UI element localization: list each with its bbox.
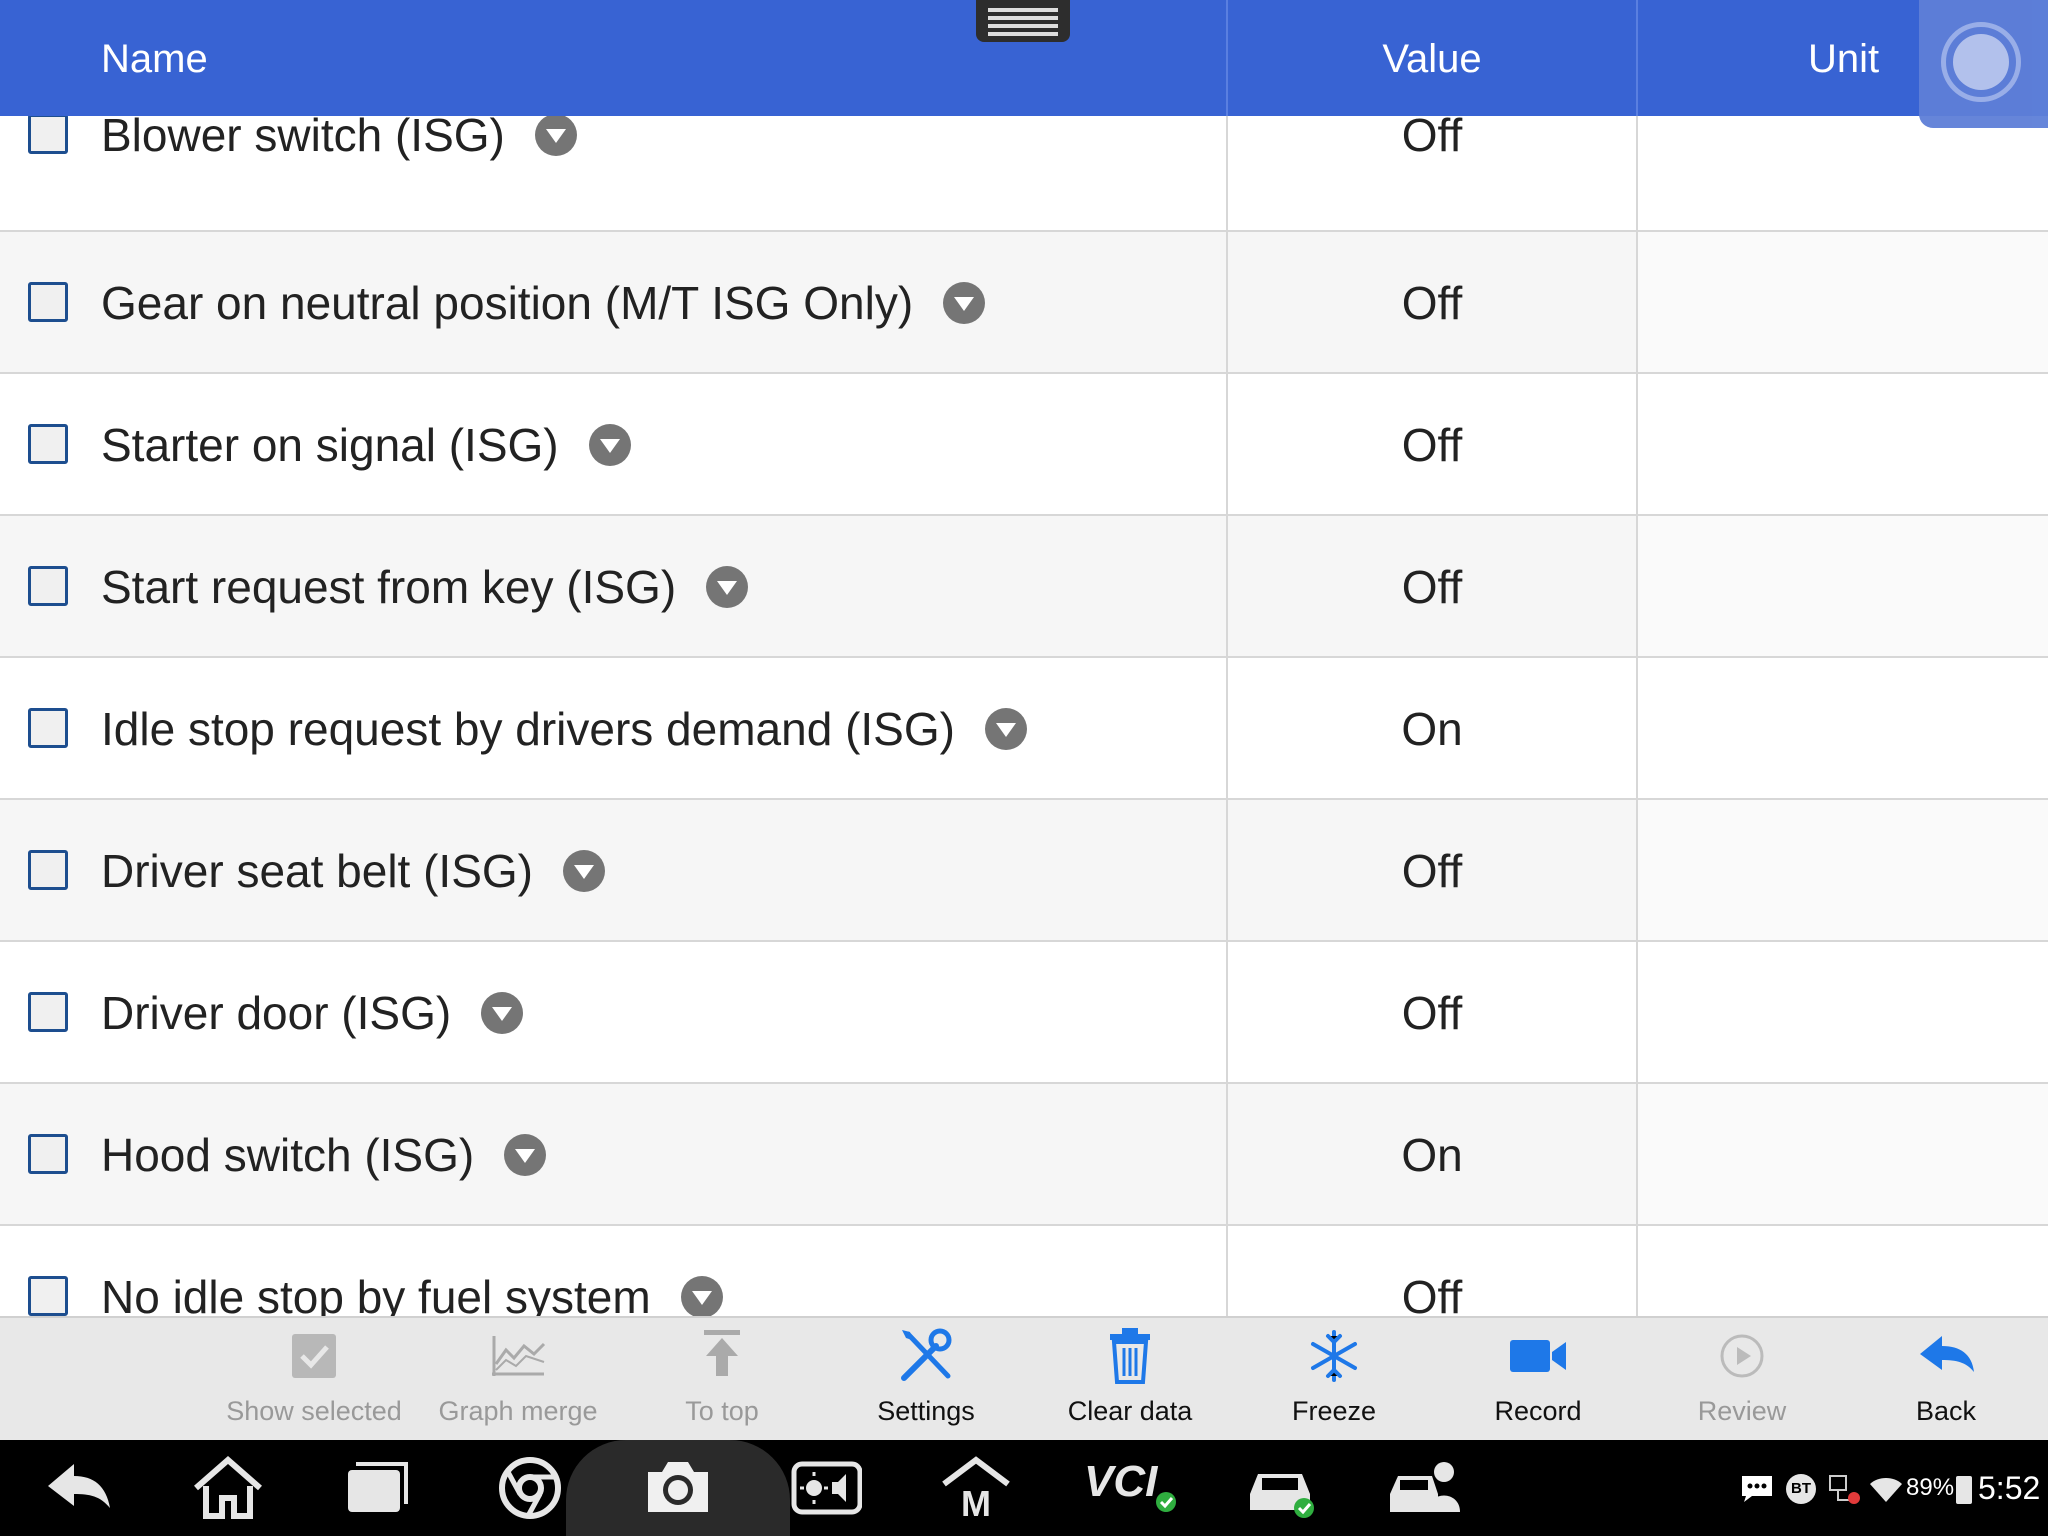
floating-assistive-button[interactable] bbox=[1919, 0, 2048, 128]
clear-data-button[interactable]: Clear data bbox=[1028, 1318, 1232, 1442]
table-row[interactable]: Hood switch (ISG) On bbox=[0, 1084, 2048, 1226]
back-arrow-icon bbox=[1920, 1336, 1974, 1372]
to-top-button[interactable]: To top bbox=[620, 1318, 824, 1442]
video-camera-icon bbox=[1510, 1340, 1566, 1372]
dropdown-caret-icon[interactable] bbox=[984, 707, 1027, 750]
battery-icon bbox=[1956, 1476, 1972, 1504]
row-value: On bbox=[1401, 703, 1463, 755]
row-unit bbox=[1638, 374, 2048, 514]
record-button[interactable]: Record bbox=[1436, 1318, 1640, 1442]
row-checkbox[interactable] bbox=[28, 116, 68, 154]
row-value: Off bbox=[1401, 1271, 1463, 1316]
row-value: Off bbox=[1401, 845, 1463, 897]
row-name: Start request from key (ISG) bbox=[101, 561, 677, 613]
header-name: Name bbox=[101, 37, 208, 81]
table-row[interactable]: Blower switch (ISG) Off bbox=[0, 116, 2048, 232]
graph-icon bbox=[492, 1336, 546, 1376]
trash-icon bbox=[1110, 1328, 1150, 1384]
dropdown-caret-icon[interactable] bbox=[504, 1133, 547, 1176]
row-unit bbox=[1638, 942, 2048, 1082]
function-toolbar: Show selected Graph merge To top Setting… bbox=[0, 1316, 2048, 1440]
row-value: Off bbox=[1401, 277, 1463, 329]
row-unit bbox=[1638, 800, 2048, 940]
row-value: Off bbox=[1401, 987, 1463, 1039]
row-unit bbox=[1638, 516, 2048, 656]
row-unit bbox=[1638, 232, 2048, 372]
car-technician-icon[interactable] bbox=[1388, 1452, 1460, 1520]
checkbox-checked-icon bbox=[292, 1334, 336, 1378]
maxifix-icon[interactable]: M bbox=[940, 1454, 1012, 1522]
chat-notification-icon bbox=[1742, 1476, 1772, 1502]
dropdown-caret-icon[interactable] bbox=[534, 116, 577, 156]
svg-text:VCI: VCI bbox=[1084, 1457, 1158, 1506]
wifi-icon bbox=[1870, 1478, 1902, 1502]
row-name: Idle stop request by drivers demand (ISG… bbox=[101, 703, 955, 755]
table-row[interactable]: Start request from key (ISG) Off bbox=[0, 516, 2048, 658]
table-row[interactable]: Driver door (ISG) Off bbox=[0, 942, 2048, 1084]
clock: 5:52 bbox=[1978, 1470, 2041, 1506]
row-name: Blower switch (ISG) bbox=[101, 116, 505, 161]
vci-icon[interactable]: VCI bbox=[1080, 1452, 1180, 1520]
dropdown-caret-icon[interactable] bbox=[943, 281, 986, 324]
dropdown-caret-icon[interactable] bbox=[588, 423, 631, 466]
snowflake-icon bbox=[1311, 1330, 1357, 1382]
network-error-icon bbox=[1829, 1475, 1860, 1504]
graph-merge-button[interactable]: Graph merge bbox=[416, 1318, 620, 1442]
review-button[interactable]: Review bbox=[1640, 1318, 1844, 1442]
show-selected-button[interactable]: Show selected bbox=[212, 1318, 416, 1442]
row-name: Hood switch (ISG) bbox=[101, 1129, 475, 1181]
row-checkbox[interactable] bbox=[28, 708, 68, 748]
row-unit bbox=[1638, 658, 2048, 798]
back-button[interactable]: Back bbox=[1844, 1318, 2048, 1442]
table-row[interactable]: Driver seat belt (ISG) Off bbox=[0, 800, 2048, 942]
brightness-volume-icon[interactable] bbox=[790, 1454, 862, 1522]
row-checkbox[interactable] bbox=[28, 992, 68, 1032]
header-value: Value bbox=[1382, 37, 1482, 81]
dropdown-caret-icon[interactable] bbox=[706, 565, 749, 608]
car-connected-icon[interactable] bbox=[1246, 1454, 1318, 1522]
recent-apps-icon[interactable] bbox=[342, 1454, 414, 1522]
row-value: Off bbox=[1401, 419, 1463, 471]
row-name: No idle stop by fuel system bbox=[101, 1271, 651, 1316]
arrow-up-icon bbox=[704, 1330, 740, 1376]
row-unit bbox=[1638, 1084, 2048, 1224]
svg-text:M: M bbox=[961, 1483, 991, 1522]
table-row[interactable]: Idle stop request by drivers demand (ISG… bbox=[0, 658, 2048, 800]
tools-icon bbox=[901, 1328, 952, 1381]
settings-button[interactable]: Settings bbox=[824, 1318, 1028, 1442]
dropdown-caret-icon[interactable] bbox=[680, 1275, 723, 1316]
home-icon[interactable] bbox=[192, 1454, 264, 1522]
row-value: On bbox=[1401, 1129, 1463, 1181]
row-name: Gear on neutral position (M/T ISG Only) bbox=[101, 277, 914, 329]
chrome-icon[interactable] bbox=[494, 1452, 566, 1520]
table-row[interactable]: Gear on neutral position (M/T ISG Only) … bbox=[0, 232, 2048, 374]
play-circle-icon bbox=[1720, 1334, 1764, 1378]
row-name: Driver door (ISG) bbox=[101, 987, 452, 1039]
row-checkbox[interactable] bbox=[28, 424, 68, 464]
table-row[interactable]: Starter on signal (ISG) Off bbox=[0, 374, 2048, 516]
row-name: Starter on signal (ISG) bbox=[101, 419, 559, 471]
battery-percent: 89% bbox=[1906, 1474, 1955, 1501]
dropdown-caret-icon[interactable] bbox=[481, 991, 524, 1034]
freeze-button[interactable]: Freeze bbox=[1232, 1318, 1436, 1442]
bluetooth-icon: BT bbox=[1786, 1474, 1816, 1504]
pull-down-handle[interactable] bbox=[976, 0, 1070, 42]
row-unit bbox=[1638, 116, 2048, 230]
row-name: Driver seat belt (ISG) bbox=[101, 845, 533, 897]
row-unit bbox=[1638, 1226, 2048, 1316]
row-checkbox[interactable] bbox=[28, 566, 68, 606]
row-checkbox[interactable] bbox=[28, 1276, 68, 1316]
nav-back-icon[interactable] bbox=[44, 1454, 116, 1522]
row-checkbox[interactable] bbox=[28, 282, 68, 322]
camera-icon[interactable] bbox=[642, 1452, 714, 1520]
row-value: Off bbox=[1401, 561, 1463, 613]
row-checkbox[interactable] bbox=[28, 850, 68, 890]
table-row[interactable]: No idle stop by fuel system Off bbox=[0, 1226, 2048, 1316]
row-checkbox[interactable] bbox=[28, 1134, 68, 1174]
data-stream-list[interactable]: Blower switch (ISG) Off Gear on neutral … bbox=[0, 116, 2048, 1316]
row-value: Off bbox=[1401, 116, 1463, 161]
dropdown-caret-icon[interactable] bbox=[563, 849, 605, 892]
